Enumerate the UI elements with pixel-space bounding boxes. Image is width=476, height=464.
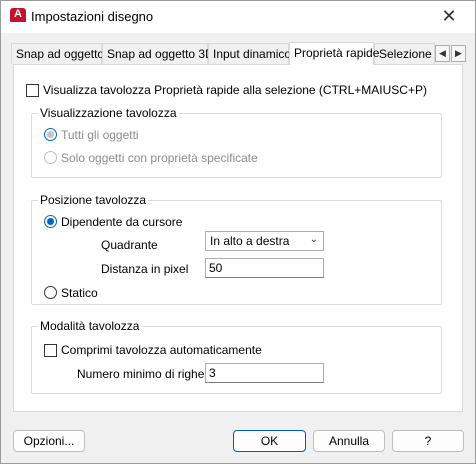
- cursor-dependent-radio[interactable]: [44, 215, 57, 228]
- min-rows-input[interactable]: 3: [205, 363, 324, 383]
- palette-display-title: Visualizzazione tavolozza: [38, 106, 179, 120]
- options-button[interactable]: Opzioni...: [13, 430, 85, 452]
- cursor-dependent-label: Dipendente da cursore: [61, 215, 183, 229]
- title-bar: A Impostazioni disegno ✕: [1, 1, 475, 33]
- tab-selezione[interactable]: Selezione c: [374, 43, 435, 64]
- min-rows-label: Numero minimo di righe: [77, 367, 205, 381]
- specified-objects-radio[interactable]: [44, 151, 57, 164]
- show-quick-properties-checkbox[interactable]: [26, 84, 39, 97]
- cancel-button[interactable]: Annulla: [313, 430, 385, 452]
- quadrant-value: In alto a destra: [210, 234, 290, 248]
- tab-input-dinamico[interactable]: Input dinamico: [208, 43, 291, 64]
- tab-strip: Snap ad oggetto Snap ad oggetto 3D Input…: [11, 42, 471, 65]
- tab-panel-proprieta-rapide: Visualizza tavolozza Proprietà rapide al…: [13, 64, 463, 412]
- quadrant-label: Quadrante: [101, 238, 158, 252]
- palette-location-group: Posizione tavolozza Dipendente da cursor…: [31, 193, 442, 305]
- static-radio[interactable]: [44, 286, 57, 299]
- palette-display-group: Visualizzazione tavolozza Tutti gli ogge…: [31, 106, 442, 178]
- palette-location-title: Posizione tavolozza: [38, 193, 149, 207]
- distance-input[interactable]: 50: [205, 258, 324, 278]
- tab-snap-ad-oggetto-3d[interactable]: Snap ad oggetto 3D: [102, 43, 214, 64]
- distance-label: Distanza in pixel: [101, 262, 189, 276]
- close-button[interactable]: ✕: [427, 1, 471, 33]
- all-objects-radio[interactable]: [44, 128, 57, 141]
- help-button[interactable]: ?: [392, 430, 464, 452]
- static-label: Statico: [61, 286, 98, 300]
- auto-collapse-label: Comprimi tavolozza automaticamente: [61, 343, 262, 357]
- palette-behavior-title: Modalità tavolozza: [38, 319, 142, 333]
- window-title: Impostazioni disegno: [31, 9, 154, 24]
- tab-proprieta-rapide[interactable]: Proprietà rapide: [289, 42, 379, 65]
- quadrant-select[interactable]: In alto a destra ⌄: [205, 231, 324, 251]
- palette-behavior-group: Modalità tavolozza Comprimi tavolozza au…: [31, 319, 442, 394]
- all-objects-label: Tutti gli oggetti: [61, 128, 139, 142]
- show-quick-properties-label: Visualizza tavolozza Proprietà rapide al…: [43, 83, 427, 97]
- dialog-window: A Impostazioni disegno ✕ Snap ad oggetto…: [0, 0, 476, 464]
- auto-collapse-checkbox[interactable]: [44, 344, 57, 357]
- tab-scroll-right-icon[interactable]: ▶: [451, 45, 466, 62]
- ok-button[interactable]: OK: [233, 430, 306, 452]
- tab-scroll-left-icon[interactable]: ◀: [435, 45, 450, 62]
- tab-snap-ad-oggetto[interactable]: Snap ad oggetto: [11, 43, 104, 64]
- chevron-down-icon: ⌄: [309, 234, 318, 245]
- autocad-app-icon: A: [10, 8, 26, 25]
- specified-objects-label: Solo oggetti con proprietà specificate: [61, 151, 258, 165]
